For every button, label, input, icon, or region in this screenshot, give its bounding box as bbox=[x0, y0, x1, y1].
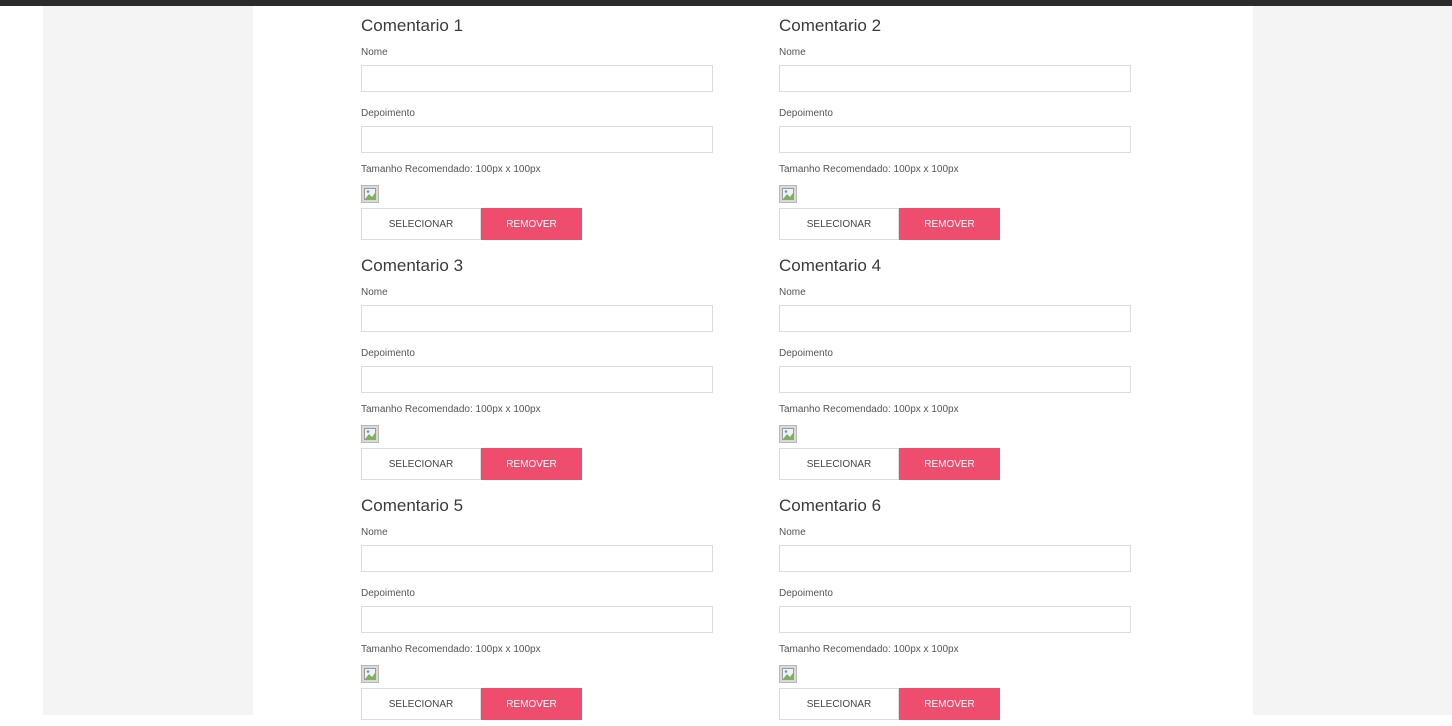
depoimento-label: Depoimento bbox=[779, 348, 833, 359]
size-recommendation: Tamanho Recomendado: 100px x 100px bbox=[361, 164, 541, 175]
depoimento-input[interactable] bbox=[779, 126, 1131, 153]
image-actions: SELECIONAR REMOVER bbox=[361, 448, 713, 480]
select-image-button[interactable]: SELECIONAR bbox=[361, 688, 481, 720]
select-image-button[interactable]: SELECIONAR bbox=[361, 208, 481, 240]
select-image-button[interactable]: SELECIONAR bbox=[779, 688, 899, 720]
select-image-button[interactable]: SELECIONAR bbox=[779, 448, 899, 480]
size-recommendation: Tamanho Recomendado: 100px x 100px bbox=[361, 644, 541, 655]
nome-input[interactable] bbox=[779, 305, 1131, 332]
comments-grid: Comentario 1 Nome Depoimento Tamanho Rec… bbox=[361, 6, 1132, 726]
broken-image-icon bbox=[779, 185, 797, 203]
comment-title: Comentario 2 bbox=[779, 16, 882, 35]
nome-label: Nome bbox=[779, 287, 806, 298]
depoimento-input[interactable] bbox=[779, 606, 1131, 633]
broken-image-icon bbox=[779, 425, 797, 443]
comment-title: Comentario 4 bbox=[779, 256, 882, 275]
nome-input[interactable] bbox=[779, 65, 1131, 92]
image-actions: SELECIONAR REMOVER bbox=[779, 688, 1131, 720]
remove-image-button[interactable]: REMOVER bbox=[481, 688, 582, 720]
comment-card: Comentario 1 Nome Depoimento Tamanho Rec… bbox=[361, 6, 713, 246]
remove-image-button[interactable]: REMOVER bbox=[899, 448, 1000, 480]
depoimento-label: Depoimento bbox=[361, 588, 415, 599]
nome-input[interactable] bbox=[361, 545, 713, 572]
nome-label: Nome bbox=[361, 527, 388, 538]
comment-title: Comentario 5 bbox=[361, 496, 464, 515]
broken-image-icon bbox=[779, 665, 797, 683]
comment-title: Comentario 6 bbox=[779, 496, 882, 515]
comment-title: Comentario 3 bbox=[361, 256, 464, 275]
broken-image-icon bbox=[361, 185, 379, 203]
comment-card: Comentario 3 Nome Depoimento Tamanho Rec… bbox=[361, 246, 713, 486]
remove-image-button[interactable]: REMOVER bbox=[899, 208, 1000, 240]
broken-image-icon bbox=[361, 425, 379, 443]
remove-image-button[interactable]: REMOVER bbox=[481, 448, 582, 480]
depoimento-input[interactable] bbox=[361, 366, 713, 393]
nome-label: Nome bbox=[779, 527, 806, 538]
depoimento-input[interactable] bbox=[361, 606, 713, 633]
size-recommendation: Tamanho Recomendado: 100px x 100px bbox=[361, 404, 541, 415]
depoimento-label: Depoimento bbox=[779, 588, 833, 599]
select-image-button[interactable]: SELECIONAR bbox=[779, 208, 899, 240]
comment-title: Comentario 1 bbox=[361, 16, 464, 35]
remove-image-button[interactable]: REMOVER bbox=[481, 208, 582, 240]
comment-card: Comentario 2 Nome Depoimento Tamanho Rec… bbox=[779, 6, 1131, 246]
image-actions: SELECIONAR REMOVER bbox=[361, 688, 713, 720]
size-recommendation: Tamanho Recomendado: 100px x 100px bbox=[779, 404, 959, 415]
depoimento-label: Depoimento bbox=[361, 348, 415, 359]
comment-card: Comentario 6 Nome Depoimento Tamanho Rec… bbox=[779, 486, 1131, 726]
depoimento-label: Depoimento bbox=[361, 108, 415, 119]
depoimento-label: Depoimento bbox=[779, 108, 833, 119]
image-actions: SELECIONAR REMOVER bbox=[779, 208, 1131, 240]
size-recommendation: Tamanho Recomendado: 100px x 100px bbox=[779, 164, 959, 175]
nome-label: Nome bbox=[779, 47, 806, 58]
nome-input[interactable] bbox=[779, 545, 1131, 572]
image-actions: SELECIONAR REMOVER bbox=[361, 208, 713, 240]
image-actions: SELECIONAR REMOVER bbox=[779, 448, 1131, 480]
select-image-button[interactable]: SELECIONAR bbox=[361, 448, 481, 480]
nome-label: Nome bbox=[361, 47, 388, 58]
remove-image-button[interactable]: REMOVER bbox=[899, 688, 1000, 720]
broken-image-icon bbox=[361, 665, 379, 683]
comment-card: Comentario 4 Nome Depoimento Tamanho Rec… bbox=[779, 246, 1131, 486]
nome-label: Nome bbox=[361, 287, 388, 298]
comment-card: Comentario 5 Nome Depoimento Tamanho Rec… bbox=[361, 486, 713, 726]
depoimento-input[interactable] bbox=[361, 126, 713, 153]
nome-input[interactable] bbox=[361, 65, 713, 92]
size-recommendation: Tamanho Recomendado: 100px x 100px bbox=[779, 644, 959, 655]
depoimento-input[interactable] bbox=[779, 366, 1131, 393]
nome-input[interactable] bbox=[361, 305, 713, 332]
